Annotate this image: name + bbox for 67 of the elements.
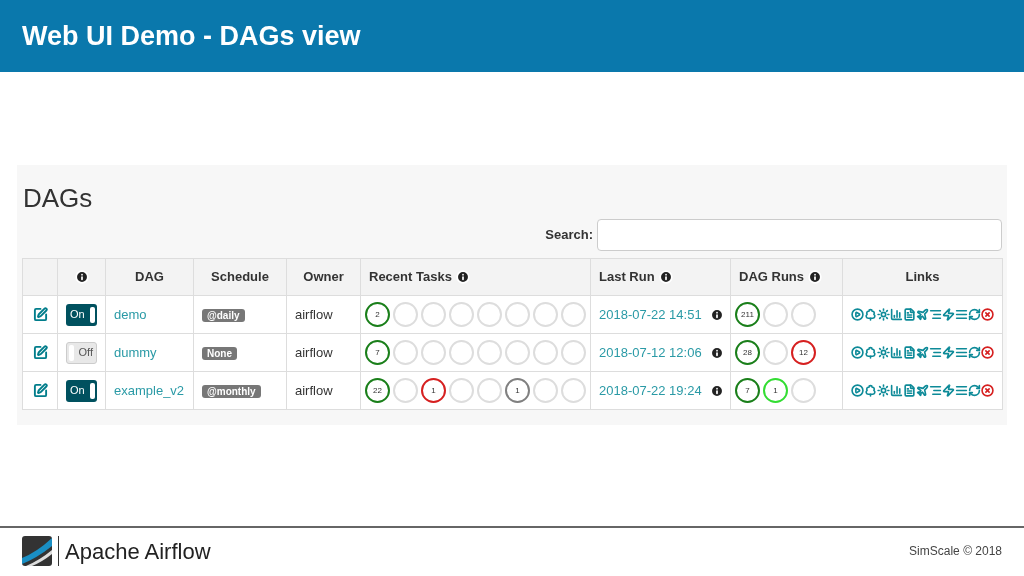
owner-text: airflow bbox=[295, 344, 333, 360]
edit-icon[interactable] bbox=[32, 307, 48, 322]
brand-name: Apache Airflow bbox=[65, 537, 211, 566]
toggle-switch[interactable]: On bbox=[66, 379, 97, 402]
page-title: DAGs bbox=[22, 182, 94, 215]
info-icon bbox=[455, 270, 470, 284]
column-header: DAG Runs bbox=[739, 268, 804, 287]
tree-icon[interactable] bbox=[864, 346, 877, 359]
align-right-icon[interactable] bbox=[929, 346, 942, 359]
bar-chart-icon[interactable] bbox=[890, 308, 903, 321]
column-header: Links bbox=[905, 268, 940, 287]
plane-icon[interactable] bbox=[916, 384, 929, 397]
owner-text: airflow bbox=[295, 306, 333, 322]
align-right-icon[interactable] bbox=[929, 308, 942, 321]
info-icon bbox=[74, 270, 89, 284]
sun-icon[interactable] bbox=[877, 308, 890, 321]
info-icon bbox=[709, 345, 724, 360]
slide-title: Web UI Demo - DAGs view bbox=[22, 19, 361, 53]
plane-icon[interactable] bbox=[916, 346, 929, 359]
document-icon[interactable] bbox=[903, 346, 916, 359]
toggle-switch[interactable]: Off bbox=[66, 341, 97, 364]
info-icon bbox=[808, 270, 822, 284]
refresh-icon[interactable] bbox=[968, 384, 981, 397]
play-circle-icon[interactable] bbox=[851, 308, 864, 321]
bar-chart-icon[interactable] bbox=[890, 384, 903, 397]
tree-icon[interactable] bbox=[864, 308, 877, 321]
info-icon bbox=[709, 307, 724, 322]
schedule-label: None bbox=[202, 346, 237, 360]
column-header: Owner bbox=[303, 268, 344, 287]
refresh-icon[interactable] bbox=[968, 346, 981, 359]
lightning-icon[interactable] bbox=[942, 308, 955, 321]
toggle-switch[interactable]: On bbox=[66, 303, 97, 326]
delete-icon[interactable] bbox=[981, 308, 994, 321]
sun-icon[interactable] bbox=[877, 346, 890, 359]
owner-text: airflow bbox=[295, 382, 333, 398]
align-right-icon[interactable] bbox=[929, 384, 942, 397]
delete-icon[interactable] bbox=[981, 384, 994, 397]
delete-icon[interactable] bbox=[981, 346, 994, 359]
copyright-text: SimScale © 2018 bbox=[909, 543, 1002, 560]
document-icon[interactable] bbox=[903, 308, 916, 321]
column-header: Recent Tasks bbox=[369, 268, 452, 287]
dag-link[interactable]: dummy bbox=[114, 344, 157, 360]
column-header: Last Run bbox=[599, 268, 655, 287]
list-icon[interactable] bbox=[955, 308, 968, 321]
search-label: Search: bbox=[545, 226, 593, 245]
refresh-icon[interactable] bbox=[968, 308, 981, 321]
document-icon[interactable] bbox=[903, 384, 916, 397]
column-header: DAG bbox=[135, 268, 164, 287]
play-circle-icon[interactable] bbox=[851, 346, 864, 359]
column-header: Schedule bbox=[211, 268, 269, 287]
plane-icon[interactable] bbox=[916, 308, 929, 321]
schedule-label: @monthly bbox=[202, 384, 261, 398]
edit-icon[interactable] bbox=[32, 383, 48, 398]
lightning-icon[interactable] bbox=[942, 346, 955, 359]
list-icon[interactable] bbox=[955, 346, 968, 359]
info-icon bbox=[658, 270, 673, 284]
info-icon bbox=[709, 383, 724, 398]
schedule-label: @daily bbox=[202, 308, 245, 322]
tree-icon[interactable] bbox=[864, 384, 877, 397]
play-circle-icon[interactable] bbox=[851, 384, 864, 397]
logo-icon bbox=[22, 536, 52, 566]
list-icon[interactable] bbox=[955, 384, 968, 397]
lightning-icon[interactable] bbox=[942, 384, 955, 397]
edit-icon[interactable] bbox=[32, 345, 48, 360]
bar-chart-icon[interactable] bbox=[890, 346, 903, 359]
sun-icon[interactable] bbox=[877, 384, 890, 397]
search-field[interactable] bbox=[597, 219, 1002, 251]
